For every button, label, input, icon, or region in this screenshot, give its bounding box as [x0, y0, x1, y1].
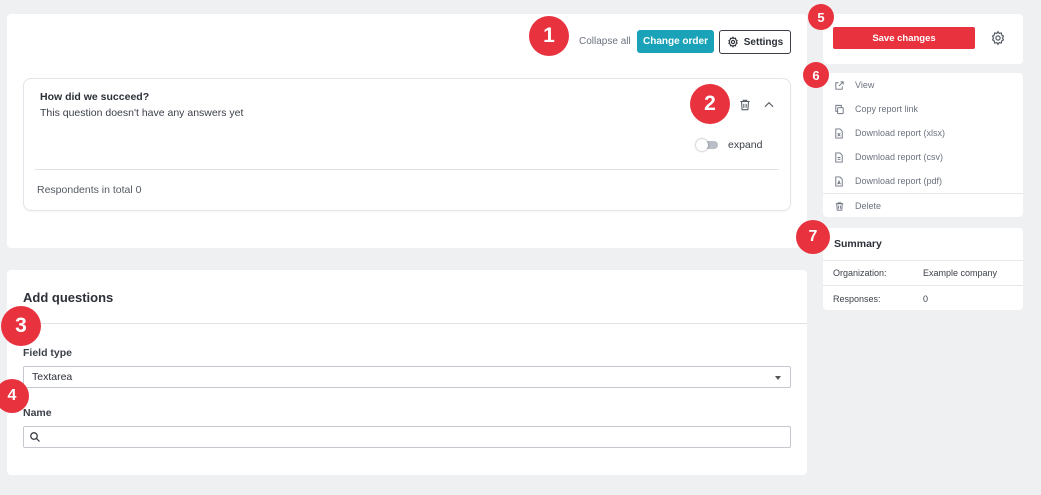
summary-title: Summary — [834, 238, 882, 250]
delete-action[interactable]: Delete — [823, 194, 1023, 218]
download-xlsx-action[interactable]: Download report (xlsx) — [823, 121, 1023, 145]
search-icon — [30, 432, 40, 442]
step-marker-1: 1 — [529, 16, 569, 56]
save-panel: Save changes — [823, 14, 1023, 64]
file-icon — [835, 151, 843, 163]
caret-down-icon — [775, 376, 781, 380]
copy-icon — [834, 104, 844, 114]
action-label: Download report (pdf) — [855, 176, 943, 186]
report-actions-panel: View Copy report link Download report (x… — [823, 73, 1023, 217]
name-search-input[interactable] — [23, 426, 791, 448]
step-marker-5: 5 — [808, 4, 834, 30]
toggle-knob — [696, 139, 708, 151]
file-icon — [835, 175, 843, 187]
collapse-all-link[interactable]: Collapse all — [579, 36, 631, 47]
step-marker-7: 7 — [796, 220, 830, 254]
save-changes-button[interactable]: Save changes — [833, 27, 975, 49]
copy-report-link-action[interactable]: Copy report link — [823, 97, 1023, 121]
action-label: Delete — [855, 201, 882, 211]
download-csv-action[interactable]: Download report (csv) — [823, 145, 1023, 169]
add-questions-panel: Add questions Field type Textarea Name — [7, 270, 807, 475]
step-marker-3: 3 — [1, 306, 41, 346]
respondents-total: Respondents in total 0 — [37, 184, 142, 196]
file-icon — [835, 127, 843, 139]
download-pdf-action[interactable]: Download report (pdf) — [823, 169, 1023, 193]
external-link-icon — [834, 80, 844, 90]
summary-key: Organization: — [833, 268, 887, 278]
field-type-select[interactable]: Textarea — [23, 366, 791, 388]
gear-icon — [727, 36, 738, 48]
view-action[interactable]: View — [823, 73, 1023, 97]
trash-icon — [835, 201, 843, 211]
name-label: Name — [23, 407, 52, 419]
expand-toggle[interactable] — [696, 139, 720, 151]
step-marker-6: 6 — [803, 62, 829, 88]
field-type-label: Field type — [23, 347, 73, 359]
change-order-button[interactable]: Change order — [637, 30, 714, 53]
divider — [35, 169, 779, 170]
step-marker-2: 2 — [690, 84, 730, 124]
summary-value: Example company — [923, 268, 998, 278]
trash-icon[interactable] — [738, 98, 752, 112]
expand-label: expand — [728, 139, 763, 151]
question-title: How did we succeed? — [40, 91, 150, 103]
action-label: View — [855, 80, 875, 90]
action-label: Download report (csv) — [855, 152, 944, 162]
action-label: Copy report link — [855, 104, 919, 114]
question-card: How did we succeed? This question doesn'… — [23, 78, 791, 211]
field-type-value: Textarea — [32, 371, 73, 383]
question-subtitle: This question doesn't have any answers y… — [40, 107, 244, 119]
chevron-up-icon[interactable] — [762, 98, 776, 112]
settings-button[interactable]: Settings — [719, 30, 791, 54]
divider — [823, 285, 1023, 286]
summary-key: Responses: — [833, 294, 881, 304]
settings-label: Settings — [743, 36, 784, 48]
action-label: Download report (xlsx) — [855, 128, 946, 138]
add-questions-title: Add questions — [23, 290, 114, 305]
summary-value: 0 — [923, 294, 929, 304]
summary-panel: Summary Organization: Example company Re… — [823, 228, 1023, 310]
questions-panel: Collapse all Change order Settings How d… — [7, 14, 807, 248]
gear-icon[interactable] — [990, 30, 1006, 46]
divider — [7, 323, 807, 324]
divider — [823, 260, 1023, 261]
